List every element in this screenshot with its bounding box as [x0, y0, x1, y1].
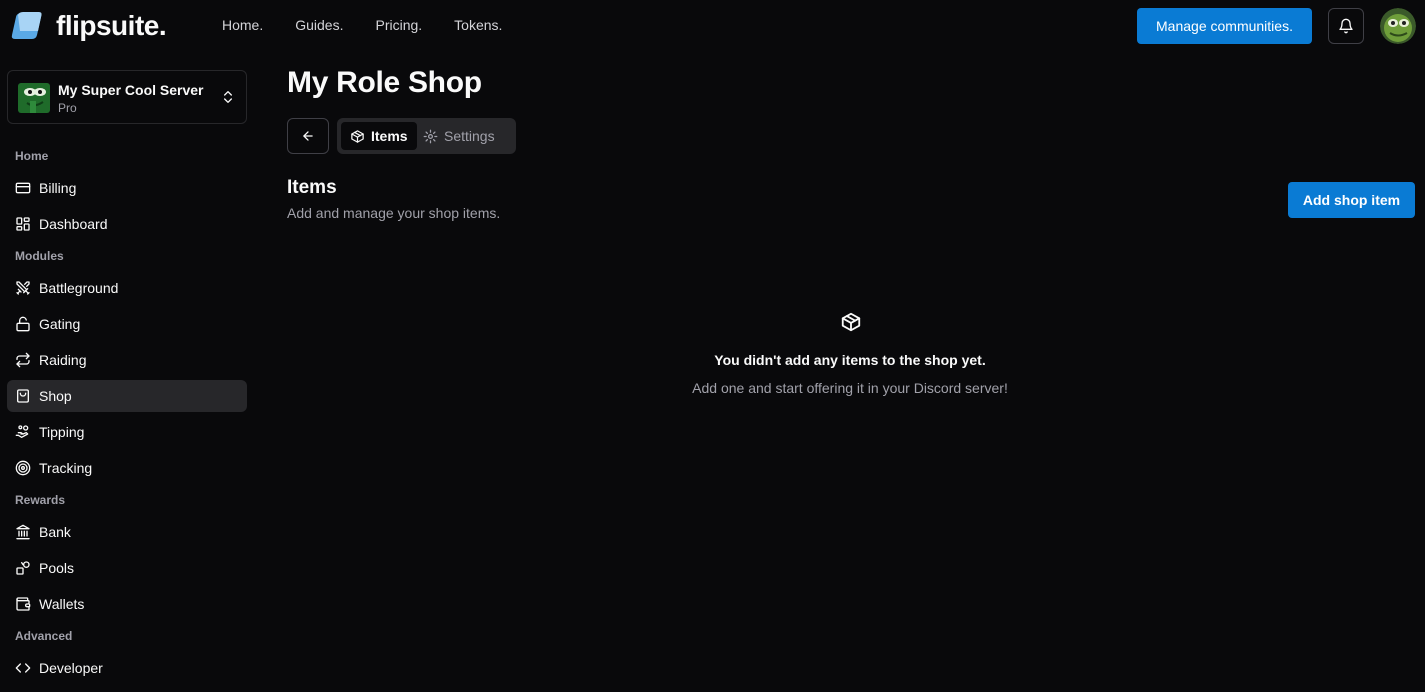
sidebar-section-modules: Modules	[15, 249, 64, 263]
flipsuite-logo-icon	[10, 11, 42, 41]
wallet-icon	[16, 597, 31, 611]
sidebar-item-gating[interactable]: Gating	[7, 308, 247, 340]
sidebar-item-label: Dashboard	[39, 216, 108, 232]
credit-card-icon	[15, 182, 31, 194]
sidebar-item-label: Bank	[39, 524, 71, 540]
target-icon	[15, 460, 31, 476]
server-avatar	[18, 83, 50, 113]
tab-label: Settings	[444, 128, 495, 144]
brand-logo[interactable]: flipsuite.	[10, 10, 167, 42]
page-title: My Role Shop	[287, 66, 482, 99]
top-bar: flipsuite. Home. Guides. Pricing. Tokens…	[0, 0, 1425, 52]
landmark-icon	[16, 524, 30, 540]
sidebar-item-label: Battleground	[39, 280, 119, 296]
sidebar-item-wallets[interactable]: Wallets	[7, 588, 247, 620]
empty-state-description: Add one and start offering it in your Di…	[692, 380, 1008, 396]
empty-state-title: You didn't add any items to the shop yet…	[714, 352, 986, 368]
sidebar-section-advanced: Advanced	[15, 629, 73, 643]
section-title: Items	[287, 177, 337, 198]
back-button[interactable]	[287, 118, 329, 154]
code-icon	[15, 663, 31, 673]
server-switcher[interactable]: My Super Cool Server Pro	[7, 70, 247, 124]
user-avatar[interactable]	[1380, 8, 1416, 44]
bell-icon	[1339, 18, 1353, 34]
package-icon	[840, 311, 862, 333]
nav-pricing-link[interactable]: Pricing.	[375, 17, 422, 33]
tab-list: Items Settings	[337, 118, 516, 154]
arrow-left-icon	[303, 131, 313, 141]
sidebar-item-pools[interactable]: Pools	[7, 552, 247, 584]
sidebar-section-rewards: Rewards	[15, 493, 66, 507]
sidebar-item-label: Tracking	[39, 460, 93, 476]
gear-icon	[423, 129, 438, 143]
section-description: Add and manage your shop items.	[287, 205, 501, 221]
lock-open-icon	[16, 316, 30, 332]
swords-icon	[16, 281, 30, 295]
sidebar-item-label: Developer	[39, 660, 103, 676]
shapes-icon	[16, 561, 30, 575]
add-shop-item-button[interactable]: Add shop item	[1288, 182, 1415, 218]
dashboard-icon	[16, 217, 30, 231]
sidebar-item-dashboard[interactable]: Dashboard	[7, 208, 247, 240]
manage-communities-button[interactable]: Manage communities.	[1137, 8, 1312, 44]
nav-tokens-link[interactable]: Tokens.	[454, 17, 502, 33]
sidebar-item-battleground[interactable]: Battleground	[7, 272, 247, 304]
sidebar-item-tipping[interactable]: Tipping	[7, 416, 247, 448]
hand-coins-icon	[15, 425, 29, 438]
tab-items[interactable]: Items	[341, 122, 417, 150]
sidebar-item-label: Wallets	[39, 596, 85, 612]
server-plan: Pro	[58, 101, 77, 115]
sidebar-item-label: Billing	[39, 180, 77, 196]
sidebar-item-developer[interactable]: Developer	[7, 652, 247, 684]
sidebar-item-billing[interactable]: Billing	[7, 172, 247, 204]
server-name: My Super Cool Server	[58, 82, 204, 98]
nav-home-link[interactable]: Home.	[222, 17, 263, 33]
tab-settings[interactable]: Settings	[423, 122, 513, 150]
brand-name: flipsuite.	[56, 10, 167, 41]
sidebar-item-label: Tipping	[39, 424, 85, 440]
sidebar-section-home: Home	[15, 149, 49, 163]
sidebar-item-bank[interactable]: Bank	[7, 516, 247, 548]
tab-label: Items	[371, 128, 408, 144]
notifications-button[interactable]	[1328, 8, 1364, 44]
chevrons-up-down-icon	[220, 88, 236, 106]
sidebar-item-label: Gating	[39, 316, 81, 332]
top-nav: Home. Guides. Pricing. Tokens.	[222, 17, 534, 33]
sidebar-item-label: Pools	[39, 560, 75, 576]
package-icon	[351, 129, 364, 143]
sidebar-item-tracking[interactable]: Tracking	[7, 452, 247, 484]
nav-guides-link[interactable]: Guides.	[295, 17, 343, 33]
